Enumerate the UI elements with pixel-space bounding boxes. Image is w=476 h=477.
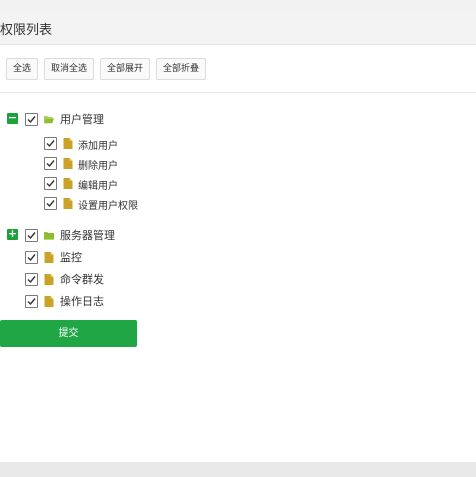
file-icon bbox=[63, 138, 73, 149]
tree-label-edit-user: 编辑用户 bbox=[78, 181, 118, 192]
toolbar: 全选 取消全选 全部展开 全部折叠 bbox=[0, 58, 476, 80]
checkbox-add-user[interactable] bbox=[44, 137, 57, 150]
checkbox-operation-log[interactable] bbox=[25, 295, 38, 308]
tree-label-add-user: 添加用户 bbox=[78, 141, 118, 152]
tree-node-monitor[interactable]: 监控 bbox=[0, 249, 200, 265]
file-icon bbox=[63, 198, 73, 209]
file-icon bbox=[63, 158, 73, 169]
panel-header: 权限列表 bbox=[0, 10, 476, 45]
folder-icon bbox=[44, 232, 54, 240]
checkmark-icon bbox=[27, 232, 36, 240]
checkmark-icon bbox=[27, 298, 36, 306]
tree-label-server-management: 服务器管理 bbox=[60, 229, 115, 242]
file-icon bbox=[63, 178, 73, 189]
tree-label-monitor: 监控 bbox=[60, 251, 82, 264]
checkbox-edit-user[interactable] bbox=[44, 177, 57, 190]
tree-label-operation-log: 操作日志 bbox=[60, 295, 104, 308]
checkmark-icon bbox=[27, 254, 36, 262]
checkmark-icon bbox=[46, 180, 55, 188]
submit-button[interactable]: 提交 bbox=[0, 320, 137, 347]
checkbox-server-management[interactable] bbox=[25, 229, 38, 242]
collapse-toggle-icon[interactable]: − bbox=[7, 112, 18, 124]
checkbox-user-management[interactable] bbox=[25, 113, 38, 126]
tree-node-delete-user[interactable]: 删除用户 bbox=[0, 156, 200, 172]
tree-label-user-management: 用户管理 bbox=[60, 113, 104, 126]
tree-label-set-permissions: 设置用户权限 bbox=[78, 201, 138, 212]
checkbox-set-permissions[interactable] bbox=[44, 197, 57, 210]
expand-all-button[interactable]: 全部展开 bbox=[100, 58, 150, 80]
checkmark-icon bbox=[46, 200, 55, 208]
checkmark-icon bbox=[46, 140, 55, 148]
expand-toggle-icon[interactable]: + bbox=[7, 228, 18, 240]
tree-label-delete-user: 删除用户 bbox=[78, 161, 118, 172]
checkmark-icon bbox=[27, 116, 36, 124]
tree-node-server-management[interactable]: + 服务器管理 bbox=[0, 227, 200, 243]
checkbox-delete-user[interactable] bbox=[44, 157, 57, 170]
tree-label-command-broadcast: 命令群发 bbox=[60, 273, 104, 286]
checkmark-icon bbox=[46, 160, 55, 168]
checkbox-monitor[interactable] bbox=[25, 251, 38, 264]
tree-node-operation-log[interactable]: 操作日志 bbox=[0, 293, 200, 309]
tree-node-add-user[interactable]: 添加用户 bbox=[0, 136, 200, 152]
tree-node-user-management[interactable]: − 用户管理 bbox=[0, 111, 200, 127]
checkmark-icon bbox=[27, 276, 36, 284]
cancel-select-all-button[interactable]: 取消全选 bbox=[44, 58, 94, 80]
top-bar bbox=[0, 0, 476, 10]
folder-open-icon bbox=[44, 116, 54, 124]
collapse-all-button[interactable]: 全部折叠 bbox=[156, 58, 206, 80]
bottom-bar bbox=[0, 462, 476, 477]
panel-title: 权限列表 bbox=[0, 23, 53, 38]
file-icon bbox=[44, 252, 54, 263]
select-all-button[interactable]: 全选 bbox=[6, 58, 38, 80]
tree-node-set-permissions[interactable]: 设置用户权限 bbox=[0, 196, 200, 212]
toolbar-divider bbox=[0, 92, 476, 93]
tree-node-edit-user[interactable]: 编辑用户 bbox=[0, 176, 200, 192]
checkbox-command-broadcast[interactable] bbox=[25, 273, 38, 286]
file-icon bbox=[44, 274, 54, 285]
tree-node-command-broadcast[interactable]: 命令群发 bbox=[0, 271, 200, 287]
file-icon bbox=[44, 296, 54, 307]
